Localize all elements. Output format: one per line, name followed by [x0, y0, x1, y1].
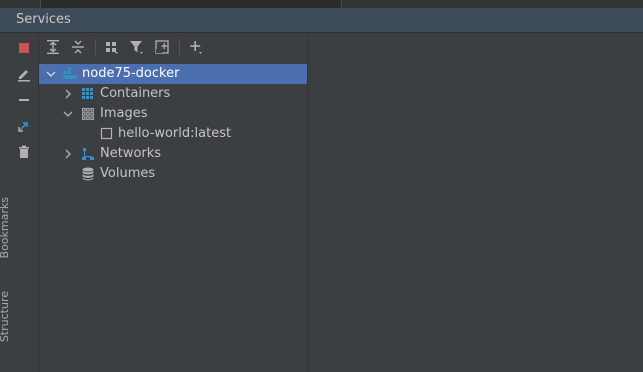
trash-icon: [19, 145, 29, 158]
tree-node-label: Containers: [100, 86, 171, 101]
add-icon: [190, 41, 202, 54]
tree-node-volumes[interactable]: Volumes: [39, 164, 307, 184]
chevron-right-icon[interactable]: [61, 86, 75, 102]
services-title-bar: Services: [0, 8, 643, 33]
toolbar-separator: [179, 39, 180, 55]
delete-button[interactable]: [16, 144, 32, 160]
open-in-new-tab-button[interactable]: [153, 39, 171, 55]
toolbar-separator: [95, 39, 96, 55]
edit-button[interactable]: [16, 66, 32, 82]
edit-icon: [18, 70, 30, 82]
editor-tab-strip: [0, 0, 643, 8]
images-icon: [80, 106, 96, 122]
tree-node-docker-connection[interactable]: node75-docker: [39, 64, 307, 84]
filter-button[interactable]: [128, 39, 146, 55]
chevron-right-icon[interactable]: [61, 146, 75, 162]
expand-all-icon: [47, 40, 59, 54]
panel-title: Services: [16, 12, 71, 27]
remove-button[interactable]: [16, 92, 32, 108]
collapse-all-button[interactable]: [69, 39, 87, 55]
database-icon: [80, 166, 96, 182]
tree-node-containers[interactable]: Containers: [39, 84, 307, 104]
tree-node-image-item[interactable]: hello-world:latest: [39, 124, 307, 144]
services-tree-panel: node75-docker Containers Images hello-wo…: [39, 33, 308, 372]
tree-node-label: hello-world:latest: [118, 126, 232, 141]
tree-node-networks[interactable]: Networks: [39, 144, 307, 164]
minus-icon: [19, 99, 29, 101]
group-by-icon: [106, 42, 118, 54]
chevron-down-icon[interactable]: [44, 66, 58, 82]
tree-node-images[interactable]: Images: [39, 104, 307, 124]
new-tab-icon: [155, 40, 169, 54]
filter-icon: [130, 41, 143, 54]
editor-tab-fragment[interactable]: [40, 0, 342, 8]
expand-arrow-icon: [18, 122, 28, 132]
expand-all-button[interactable]: [44, 39, 62, 55]
chevron-down-icon[interactable]: [61, 106, 75, 122]
tree-node-label: Images: [100, 106, 148, 121]
expand-view-button[interactable]: [16, 118, 32, 134]
stop-button[interactable]: [16, 40, 32, 56]
image-file-icon: [99, 126, 115, 142]
stop-icon: [19, 43, 29, 53]
add-service-button[interactable]: [187, 39, 205, 55]
collapse-all-icon: [72, 40, 84, 54]
vertical-toolbar: [10, 33, 39, 372]
network-icon: [80, 146, 96, 162]
tree-toolbar: [39, 33, 307, 61]
group-by-button[interactable]: [103, 39, 121, 55]
docker-icon: [62, 66, 78, 82]
containers-icon: [80, 86, 96, 102]
tree-node-label: node75-docker: [82, 66, 180, 81]
tree-node-label: Networks: [100, 146, 162, 161]
details-panel: [308, 33, 643, 372]
tree-node-label: Volumes: [100, 166, 156, 181]
